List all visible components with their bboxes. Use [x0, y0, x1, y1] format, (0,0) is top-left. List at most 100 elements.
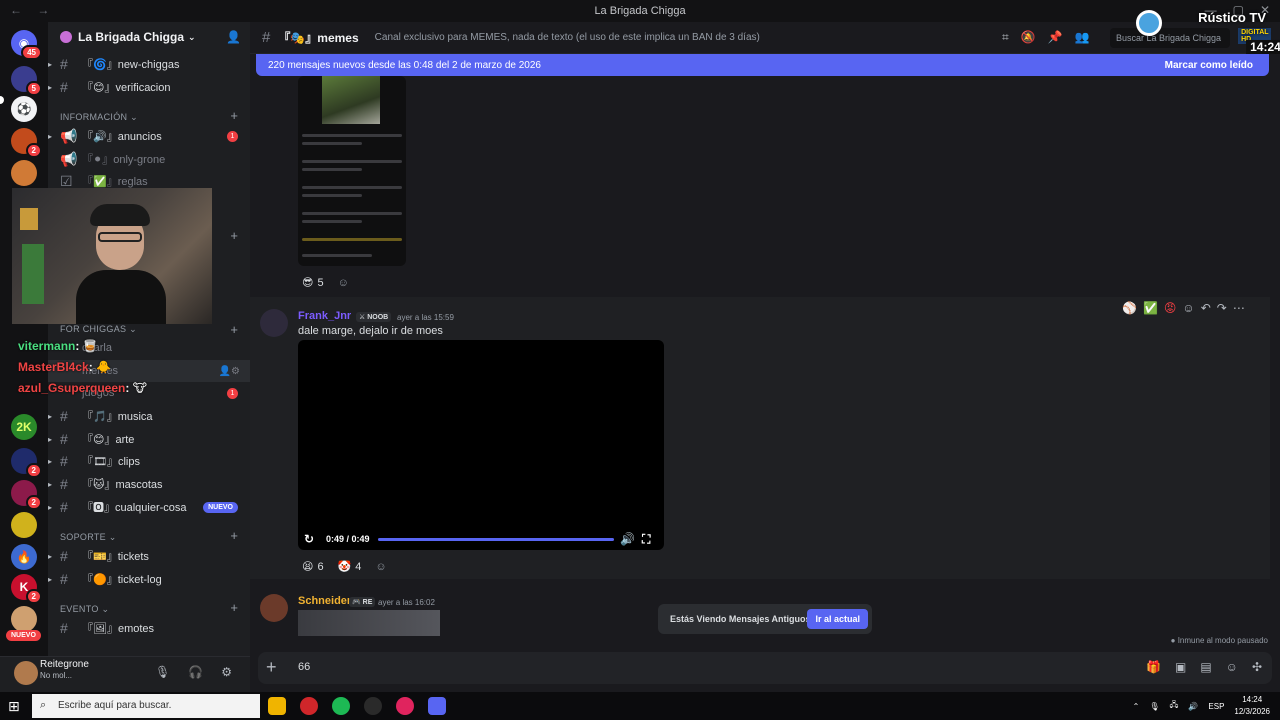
discord-icon[interactable] — [428, 697, 446, 715]
forward-icon[interactable]: ↷ — [1217, 301, 1227, 315]
add-reaction-icon[interactable]: ☺ — [375, 561, 386, 573]
angry-reaction-icon[interactable]: 😡 — [1164, 301, 1177, 315]
category-soporte[interactable]: SOPORTE ⌄ — [60, 532, 117, 543]
obs-icon[interactable] — [364, 697, 382, 715]
file-explorer-icon[interactable] — [268, 697, 286, 715]
image-attachment[interactable] — [298, 76, 406, 266]
server-icon[interactable] — [11, 606, 37, 632]
logo-text: Rústico TV — [1198, 10, 1266, 25]
avatar[interactable] — [260, 594, 288, 622]
server-icon[interactable] — [11, 512, 37, 538]
avatar[interactable] — [14, 661, 38, 685]
taskbar-clock[interactable]: 14:24 12/3/2026 — [1234, 694, 1270, 718]
pin-icon[interactable]: 📌 — [1048, 30, 1063, 45]
message-composer[interactable]: + 66 🎁 ▣ ▤ ☺ ✣ — [258, 652, 1272, 684]
user-name[interactable]: Reitegrone — [40, 659, 89, 670]
comment-line — [302, 194, 362, 197]
headphones-icon[interactable]: 🎧 — [188, 665, 203, 679]
settings-icon[interactable]: 👤⚙ — [219, 366, 240, 377]
reaction-emoji[interactable]: 🤡 — [338, 560, 352, 573]
add-channel-icon[interactable]: + — [230, 528, 238, 543]
nav-arrows[interactable]: ← → — [10, 3, 55, 17]
add-channel-icon[interactable]: + — [230, 108, 238, 123]
volume-icon[interactable]: 🔊 — [620, 532, 635, 546]
windows-start-icon[interactable]: ⊞ — [8, 698, 20, 715]
mute-icon[interactable]: 🔕 — [1021, 30, 1036, 45]
emoji-icon[interactable]: ☺ — [1226, 660, 1238, 674]
reply-icon[interactable]: ↶ — [1201, 301, 1211, 315]
flame-server-icon[interactable]: 🔥 — [11, 544, 37, 570]
server-icon[interactable]: 5 — [11, 66, 42, 96]
channel-musica[interactable]: ▸ # 『🎵』musica — [48, 405, 250, 427]
reaction-emoji[interactable]: 😫 — [302, 560, 313, 573]
category-chiggas[interactable]: FOR CHIGGAS ⌄ — [60, 324, 137, 335]
video-progress[interactable] — [378, 537, 614, 541]
apps-icon[interactable]: ✣ — [1252, 660, 1262, 674]
replay-icon[interactable]: ↻ — [304, 532, 314, 546]
soccer-server-icon[interactable]: ⚽ — [11, 96, 37, 122]
fullscreen-icon[interactable]: ⛶ — [642, 532, 650, 547]
add-channel-icon[interactable]: + — [230, 228, 238, 243]
add-channel-icon[interactable]: + — [230, 600, 238, 615]
taskbar-search[interactable]: ⌕ Escribe aquí para buscar. — [32, 694, 260, 718]
server-icon[interactable]: 2 — [11, 128, 42, 158]
network-icon[interactable]: 🖧 — [1170, 699, 1179, 713]
channel-new-chiggas[interactable]: ▸ # 『🌀』new-chiggas — [48, 53, 250, 75]
server-icon[interactable]: K2 — [11, 574, 42, 604]
channel-topic[interactable]: Canal exclusivo para MEMES, nada de text… — [375, 32, 760, 43]
add-attachment-icon[interactable]: + — [266, 657, 277, 678]
reaction-icon[interactable]: ⚾ — [1122, 301, 1137, 315]
more-icon[interactable]: ⋯ — [1233, 301, 1245, 315]
channel-anuncios[interactable]: ▸ 📢 『🔊』anuncios 1 — [48, 125, 250, 147]
mark-read-button[interactable]: Marcar como leído — [1165, 60, 1253, 71]
gear-icon[interactable]: ⚙ — [221, 665, 232, 679]
microphone-icon[interactable]: 🎙 — [155, 665, 170, 679]
message-author[interactable]: Schneider — [298, 595, 351, 607]
search-input[interactable]: Buscar La Brigada Chigga — [1110, 28, 1230, 48]
streamer-body — [76, 270, 166, 324]
avatar[interactable] — [260, 309, 288, 337]
app-icon[interactable] — [396, 697, 414, 715]
chevron-up-icon[interactable]: ⌃ — [1133, 702, 1140, 711]
channel-mascotas[interactable]: ▸ # 『🐱』mascotas — [48, 473, 250, 495]
composer-input[interactable]: 66 — [298, 661, 310, 673]
category-informacion[interactable]: INFORMACIÓN ⌄ — [60, 112, 138, 123]
message-author[interactable]: Frank_Jnr — [298, 310, 351, 322]
channel-only-grone[interactable]: 📢 『⚫』only-grone — [48, 148, 250, 170]
mic-icon[interactable]: 🎙 — [1149, 702, 1159, 711]
channel-arte[interactable]: ▸ # 『😊』arte — [48, 428, 250, 450]
guild-header[interactable]: La Brigada Chigga ⌄ 👤 — [48, 22, 250, 52]
threads-icon[interactable]: ⌗ — [1002, 30, 1009, 45]
channel-tickets[interactable]: ▸ # 『🎫』tickets — [48, 545, 250, 567]
opera-icon[interactable] — [300, 697, 318, 715]
add-reaction-icon[interactable]: ☺ — [1182, 301, 1194, 315]
volume-icon[interactable]: 🔊 — [1188, 702, 1198, 711]
gift-icon[interactable]: 🎁 — [1146, 660, 1161, 674]
gif-icon[interactable]: ▣ — [1175, 660, 1186, 674]
channel-verificacion[interactable]: ▸ # 『😊』verificacion — [48, 76, 250, 98]
add-reaction-icon[interactable]: ☺ — [338, 277, 349, 289]
channel-ticket-log[interactable]: ▸ # 『🟠』ticket-log — [48, 568, 250, 590]
server-icon[interactable]: 2 — [11, 480, 42, 510]
sticker-icon[interactable]: ▤ — [1200, 660, 1211, 674]
channel-cualquier-cosa[interactable]: ▸ # 『🅾』cualquier-cosa NUEVO — [48, 496, 250, 518]
check-reaction-icon[interactable]: ✅ — [1143, 301, 1158, 315]
reaction[interactable]: 😎 5 ☺ — [302, 276, 349, 290]
new-messages-bar[interactable]: 220 mensajes nuevos desde las 0:48 del 2… — [256, 54, 1269, 76]
image-attachment[interactable] — [298, 610, 440, 636]
category-evento[interactable]: EVENTO ⌄ — [60, 604, 109, 615]
home-server-icon[interactable]: ◉ 45 — [11, 30, 42, 60]
server-icon[interactable] — [11, 160, 37, 186]
jump-to-present-button[interactable]: Ir al actual — [807, 609, 868, 629]
add-channel-icon[interactable]: + — [230, 322, 238, 337]
video-player[interactable]: ↻ 0:49 / 0:49 🔊 ⛶ — [298, 340, 664, 550]
channel-clips[interactable]: ▸ # 『🎞』clips — [48, 450, 250, 472]
server-icon[interactable]: 2K — [11, 414, 37, 440]
language-indicator[interactable]: ESP — [1208, 702, 1224, 711]
members-icon[interactable]: 👥 — [1075, 30, 1090, 45]
spotify-icon[interactable] — [332, 697, 350, 715]
server-icon[interactable]: 2 — [11, 448, 42, 478]
invite-icon[interactable]: 👤 — [226, 30, 241, 44]
channel-emotes[interactable]: # 『🖼』emotes — [48, 617, 250, 639]
nuevo-pill[interactable]: NUEVO — [6, 630, 41, 641]
